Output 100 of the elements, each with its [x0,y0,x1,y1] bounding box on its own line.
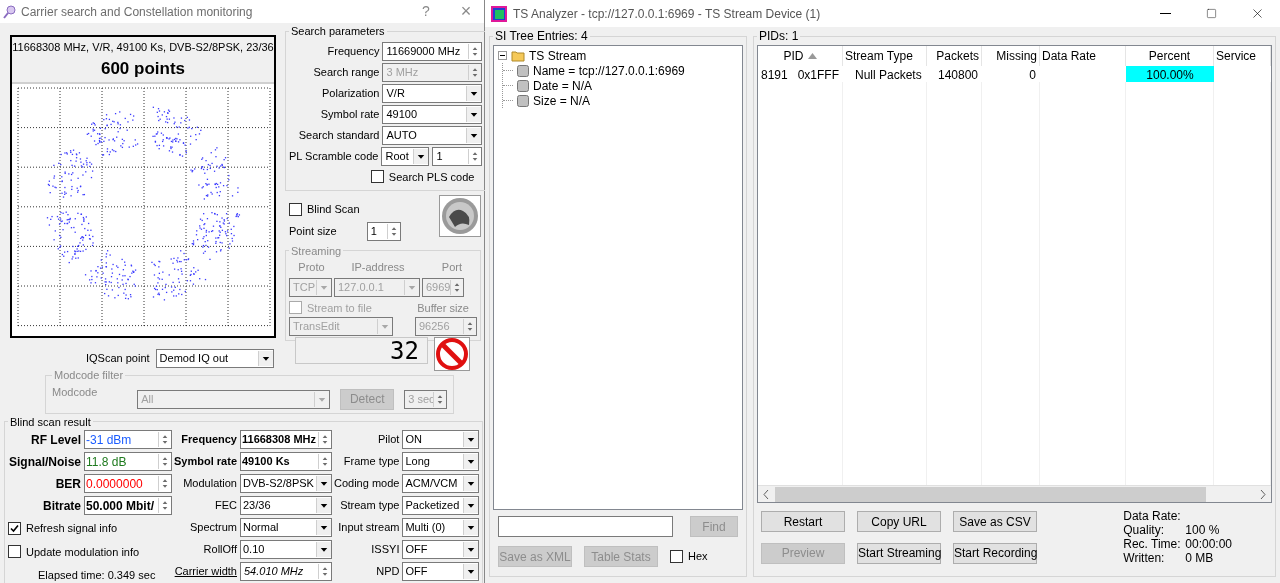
field-label: Frame type [343,454,400,470]
dropdown[interactable]: AUTO [382,125,483,145]
field-label: Polarization [322,85,380,101]
button[interactable]: Save as CSV [953,511,1037,532]
field-label: Coding mode [334,476,400,492]
checkbox[interactable] [8,521,21,535]
table-cell-text: 0 [1028,67,1037,82]
node-icon [517,94,529,107]
dropdown-caret-icon[interactable] [316,520,331,535]
dropdown[interactable]: 23/36 [240,496,332,515]
dropdown[interactable]: Normal [240,518,332,537]
horizontal-scrollbar[interactable] [758,485,1271,502]
dropdown-caret-icon[interactable] [463,498,479,513]
dropdown[interactable]: V/R [382,83,483,103]
column-header[interactable]: Packets [927,46,982,66]
field-label: Bitrate [43,497,81,515]
spin-field[interactable]: 1 [366,221,401,241]
minimize-icon [1159,13,1171,14]
field-label: Frequency [327,43,380,59]
dropdown-caret-icon[interactable] [413,148,429,164]
field-label: Signal/Noise [8,453,81,471]
checkbox[interactable] [670,550,683,563]
column-label: Proto [297,260,326,275]
reading-field[interactable]: -31 dBm [84,430,172,449]
stat-value: 100 % [1184,523,1221,537]
checkbox-label: Blind Scan [307,202,360,217]
spin-field[interactable]: 11668308 MHz [240,430,332,449]
collapse-icon[interactable] [498,51,507,60]
checkbox-label: Refresh signal info [26,521,118,536]
dropdown[interactable]: 49100 [382,104,483,124]
counter-display: 32 [295,337,428,364]
magnifier-icon [3,4,17,19]
reading-field[interactable]: 0.0000000 [84,474,172,493]
scrollbar-thumb[interactable] [775,486,1206,502]
reading-field[interactable]: 50.000 Mbit/ [84,496,172,515]
field-label: FEC [215,498,237,514]
carrier-width-link[interactable]: Carrier width [174,563,237,580]
sort-ascending-icon [807,53,817,59]
elapsed-time: Elapsed time: 0.349 sec [37,568,157,583]
dropdown-caret-icon[interactable] [463,454,479,469]
dropdown-caret-icon[interactable] [466,106,482,122]
dropdown[interactable]: 0.10 [240,540,332,559]
dropdown[interactable]: DVB-S2/8PSK [240,474,332,493]
field-label: Search standard [298,127,380,143]
spin-field[interactable]: 49100 Ks [240,452,332,471]
dropdown[interactable]: Multi (0) [402,518,480,537]
dropdown-caret-icon[interactable] [466,85,482,101]
dropdown-caret-icon[interactable] [463,520,479,535]
spin-field[interactable]: 1 [432,146,483,166]
dropdown-caret-icon[interactable] [316,476,331,491]
help-button[interactable]: ? [411,1,441,22]
plot-info: 11668308 MHz, V/R, 49100 Ks, DVB-S2/8PSK, 23/36 [12,40,274,55]
column-header[interactable]: Data Rate [1040,46,1126,66]
checkbox-label: Search PLS code [388,169,475,185]
dropdown-caret-icon[interactable] [463,476,479,491]
dropdown[interactable]: Demod IQ out [155,349,274,368]
stop-button[interactable] [434,337,470,371]
table-cell-text: 8191 [760,67,788,82]
dropdown-caret-icon[interactable] [463,432,479,447]
checkbox[interactable] [370,170,384,184]
dropdown-caret-icon[interactable] [463,542,479,557]
column-header[interactable]: PID [758,46,843,66]
column-header[interactable]: Missing [982,46,1040,66]
window-title: Carrier search and Constellation monitoring [21,3,253,21]
dropdown-caret-icon[interactable] [316,542,331,557]
field-label: ISSYI [371,542,400,558]
dropdown[interactable]: OFF [402,562,480,581]
dropdown[interactable]: ACM/VCM [402,474,480,493]
checkbox[interactable] [8,545,21,559]
dropdown[interactable]: Root [381,146,430,166]
button[interactable]: Start Streaming [857,542,941,564]
folder-icon [511,49,525,62]
spin-field[interactable]: 54.010 MHz [240,562,332,581]
checkbox[interactable] [289,202,302,216]
dropdown-caret-icon[interactable] [463,564,479,579]
button[interactable]: Restart [761,511,845,532]
button[interactable]: Copy URL [857,511,941,532]
column-label: IP-address [350,260,406,275]
dropdown[interactable]: ON [402,430,480,449]
dropdown[interactable]: OFF [402,540,480,559]
field-label: Modulation [183,476,237,492]
dropdown-caret-icon[interactable] [257,351,273,366]
field-label: Frequency [181,432,237,448]
dropdown[interactable]: Packetized [402,496,480,515]
spin-field[interactable]: 11669000 MHz [382,41,483,61]
column-header[interactable]: Service [1214,46,1271,66]
checkbox-label: Stream to file [307,300,372,316]
close-button[interactable]: × [451,0,481,25]
node-icon [517,64,529,77]
dropdown[interactable]: Long [402,452,480,471]
find-input[interactable] [498,516,673,537]
panel-title: PIDs: 1 [758,28,800,45]
field-label: Pilot [378,432,400,448]
reading-field[interactable]: 11.8 dB [84,452,172,471]
button[interactable]: Start Recording [953,542,1037,564]
field-label: Modcode [52,384,98,400]
dropdown-caret-icon[interactable] [316,498,331,513]
column-header[interactable]: Stream Type [843,46,927,66]
group-title: Streaming [290,243,343,259]
dropdown-caret-icon[interactable] [466,127,482,143]
